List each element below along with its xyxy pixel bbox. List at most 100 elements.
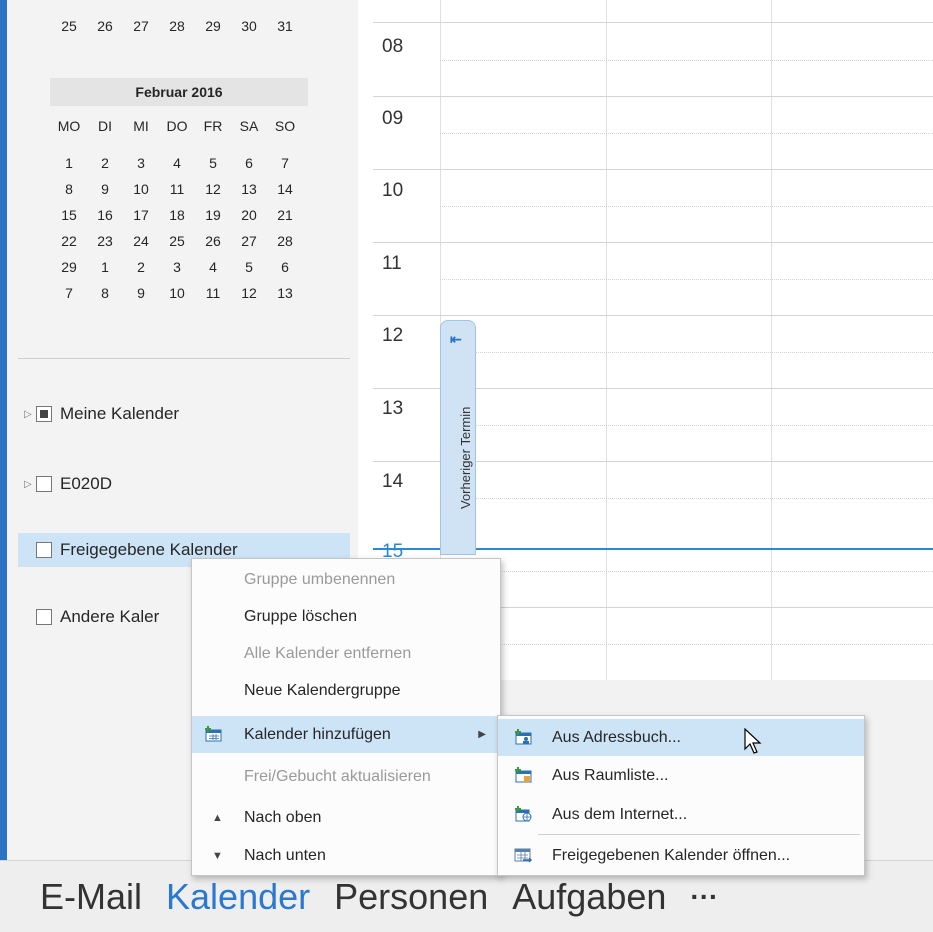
day-cell[interactable]: 29 <box>200 18 226 34</box>
day-cell[interactable]: 2 <box>92 155 118 171</box>
day-cell[interactable]: 16 <box>92 207 118 223</box>
arrow-left-bar-icon: ⇤ <box>450 331 462 347</box>
menu-item-new-group[interactable]: Neue Kalendergruppe <box>192 672 500 709</box>
nav-more-button[interactable]: ··· <box>690 881 718 913</box>
day-cell[interactable]: 26 <box>92 18 118 34</box>
day-cell[interactable]: 12 <box>200 181 226 197</box>
day-cell[interactable]: 4 <box>164 155 190 171</box>
hour-label: 14 <box>382 471 404 492</box>
day-cell[interactable]: 2 <box>128 259 154 275</box>
menu-label: Aus Raumliste... <box>552 766 669 784</box>
day-cell[interactable]: 9 <box>92 181 118 197</box>
day-cell[interactable]: 8 <box>56 181 82 197</box>
day-cell[interactable]: 14 <box>272 181 298 197</box>
menu-item-refresh-freebusy[interactable]: Frei/Gebucht aktualisieren <box>192 758 500 795</box>
day-cell[interactable]: 7 <box>272 155 298 171</box>
day-cell[interactable]: 31 <box>272 18 298 34</box>
nav-calendar[interactable]: Kalender <box>166 876 310 918</box>
menu-label: Aus dem Internet... <box>552 805 688 823</box>
menu-item-from-internet[interactable]: Aus dem Internet... <box>498 796 864 833</box>
group-andere[interactable]: Andere Kaler <box>24 601 159 633</box>
day-cell[interactable]: 5 <box>200 155 226 171</box>
weekday-label: SA <box>239 118 259 134</box>
pane-divider <box>18 358 350 359</box>
day-cell[interactable]: 5 <box>236 259 262 275</box>
group-e020d[interactable]: ▷ E020D <box>24 468 112 500</box>
menu-item-open-shared-calendar[interactable]: Freigegebenen Kalender öffnen... <box>498 837 864 874</box>
menu-item-from-room-list[interactable]: Aus Raumliste... <box>498 757 864 794</box>
expand-arrow-icon[interactable]: ▷ <box>24 409 36 420</box>
previous-appointment-tab[interactable]: ⇤ Vorheriger Termin <box>440 320 476 555</box>
group-label: Meine Kalender <box>60 404 180 423</box>
menu-item-rename-group[interactable]: Gruppe umbenennen <box>192 561 500 598</box>
mini-calendar-week-row: 29 1 2 3 4 5 6 <box>56 259 308 279</box>
weekday-label: DO <box>166 118 188 134</box>
day-cell[interactable]: 29 <box>56 259 82 275</box>
day-cell[interactable]: 30 <box>236 18 262 34</box>
group-label: E020D <box>60 474 112 493</box>
day-cell[interactable]: 21 <box>272 207 298 223</box>
day-cell[interactable]: 17 <box>128 207 154 223</box>
day-cell[interactable]: 15 <box>56 207 82 223</box>
half-hour-line <box>440 425 933 426</box>
day-cell[interactable]: 11 <box>200 285 226 301</box>
day-cell[interactable]: 6 <box>272 259 298 275</box>
day-cell[interactable]: 24 <box>128 233 154 249</box>
day-cell[interactable]: 27 <box>128 18 154 34</box>
hour-line <box>373 169 933 170</box>
day-cell[interactable]: 28 <box>164 18 190 34</box>
nav-mail[interactable]: E-Mail <box>40 876 142 918</box>
day-cell[interactable]: 10 <box>164 285 190 301</box>
hour-label: 11 <box>382 253 402 274</box>
day-cell[interactable]: 11 <box>164 181 190 197</box>
day-cell[interactable]: 1 <box>56 155 82 171</box>
day-cell[interactable]: 27 <box>236 233 262 249</box>
day-cell[interactable]: 12 <box>236 285 262 301</box>
day-cell[interactable]: 19 <box>200 207 226 223</box>
day-cell[interactable]: 9 <box>128 285 154 301</box>
day-cell[interactable]: 25 <box>56 18 82 34</box>
day-cell[interactable]: 3 <box>128 155 154 171</box>
nav-tasks[interactable]: Aufgaben <box>512 876 666 918</box>
day-cell[interactable]: 8 <box>92 285 118 301</box>
menu-item-move-down[interactable]: ▼ Nach unten <box>192 837 500 874</box>
menu-label: Kalender hinzufügen <box>244 725 391 743</box>
day-cell[interactable]: 13 <box>236 181 262 197</box>
day-cell[interactable]: 28 <box>272 233 298 249</box>
day-cell[interactable]: 7 <box>56 285 82 301</box>
menu-label: Neue Kalendergruppe <box>244 681 401 699</box>
weekday-label: FR <box>203 118 223 134</box>
menu-item-remove-all[interactable]: Alle Kalender entfernen <box>192 635 500 672</box>
menu-item-add-calendar[interactable]: Kalender hinzufügen ▶ <box>192 716 500 753</box>
day-cell[interactable]: 25 <box>164 233 190 249</box>
expand-arrow-icon[interactable]: ▷ <box>24 479 36 490</box>
day-cell[interactable]: 3 <box>164 259 190 275</box>
group-checkbox[interactable] <box>36 406 52 422</box>
menu-item-move-up[interactable]: ▲ Nach oben <box>192 799 500 836</box>
day-cell[interactable]: 26 <box>200 233 226 249</box>
day-cell[interactable]: 13 <box>272 285 298 301</box>
mini-calendar-week-row: 8 9 10 11 12 13 14 <box>56 181 308 201</box>
group-checkbox[interactable] <box>36 476 52 492</box>
group-meine-kalender[interactable]: ▷ Meine Kalender <box>24 398 179 430</box>
hour-label: 13 <box>382 398 404 419</box>
group-checkbox[interactable] <box>36 542 52 558</box>
day-cell[interactable]: 4 <box>200 259 226 275</box>
day-cell[interactable]: 6 <box>236 155 262 171</box>
group-checkbox[interactable] <box>36 609 52 625</box>
day-cell[interactable]: 22 <box>56 233 82 249</box>
menu-label: Frei/Gebucht aktualisieren <box>244 767 431 785</box>
nav-people[interactable]: Personen <box>334 876 488 918</box>
hour-label: 12 <box>382 325 404 346</box>
day-cell[interactable]: 20 <box>236 207 262 223</box>
half-hour-line <box>440 279 933 280</box>
pane-accent-bar <box>0 0 7 860</box>
day-cell[interactable]: 18 <box>164 207 190 223</box>
day-cell[interactable]: 1 <box>92 259 118 275</box>
group-label: Freigegebene Kalender <box>60 540 238 559</box>
menu-item-delete-group[interactable]: Gruppe löschen <box>192 598 500 635</box>
day-cell[interactable]: 23 <box>92 233 118 249</box>
menu-item-from-address-book[interactable]: Aus Adressbuch... <box>498 719 864 756</box>
day-cell[interactable]: 10 <box>128 181 154 197</box>
mini-calendar-week-row: 22 23 24 25 26 27 28 <box>56 233 308 253</box>
